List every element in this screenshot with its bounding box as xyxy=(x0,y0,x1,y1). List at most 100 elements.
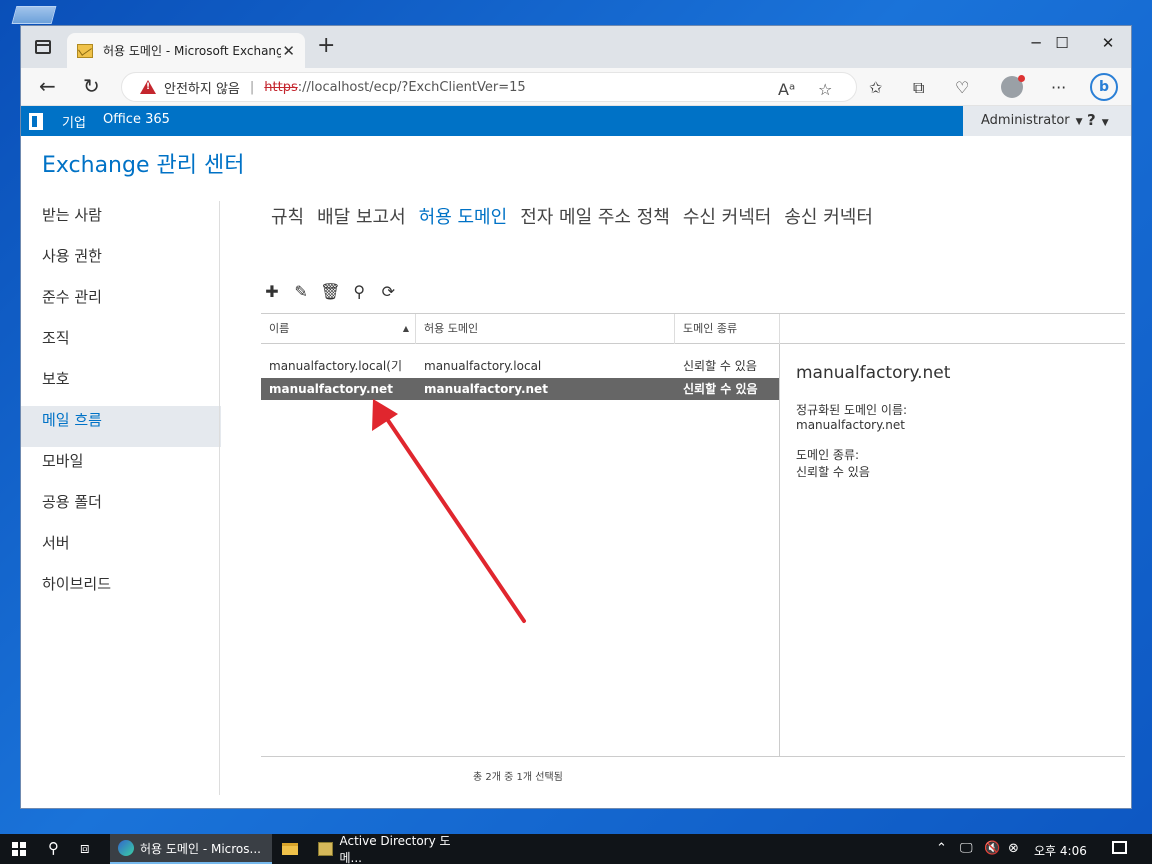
status-error-icon[interactable]: ⊗ xyxy=(1008,841,1019,856)
sort-ascending-icon: ▲ xyxy=(402,324,409,333)
back-arrow-icon[interactable]: ← xyxy=(39,76,56,96)
url-rest: ://localhost/ecp/?ExchClientVer=15 xyxy=(297,79,526,95)
bing-icon[interactable]: b xyxy=(1090,73,1118,101)
nav-office365[interactable]: Office 365 xyxy=(103,112,170,127)
nav-divider xyxy=(219,201,220,795)
column-header-type[interactable]: 도메인 종류 xyxy=(675,314,780,344)
cell-type: 신뢰할 수 있음 xyxy=(683,359,757,373)
url-input[interactable]: 안전하지 않음 | https://localhost/ecp/?ExchCli… xyxy=(121,72,857,102)
refresh-icon[interactable]: ⟳ xyxy=(378,282,398,301)
table-row[interactable]: manualfactory.local(기본값) manualfactory.lo… xyxy=(261,355,780,377)
left-nav: 받는 사람 사용 권한 준수 관리 조직 보호 메일 흐름 모바일 공용 폴더 서버 하이브리드 xyxy=(21,201,221,611)
subtab[interactable]: 배달 보고서 xyxy=(317,203,406,229)
tab-title: 허용 도메인 - Microsoft Exchange xyxy=(103,44,281,58)
notification-icon[interactable] xyxy=(1112,841,1127,854)
cell-type: 신뢰할 수 있음 xyxy=(683,382,758,396)
leftnav-item[interactable]: 조직 xyxy=(21,324,221,365)
tab-close-icon[interactable]: ✕ xyxy=(282,42,295,60)
leftnav-item[interactable]: 보호 xyxy=(21,365,221,406)
subtab[interactable]: 수신 커넥터 xyxy=(683,203,772,229)
column-header-name[interactable]: 이름 ▲ xyxy=(261,314,416,344)
grid-header: 이름 ▲ 허용 도메인 도메인 종류 xyxy=(261,313,1125,344)
chevron-up-icon[interactable]: ⌃ xyxy=(936,841,947,856)
clock[interactable]: 오후 4:06 xyxy=(1034,842,1087,859)
subtab[interactable]: 허용 도메인 xyxy=(419,203,508,229)
favorite-star-icon[interactable]: ☆ xyxy=(818,80,832,99)
cell-domain: manualfactory.local xyxy=(424,359,542,373)
selection-status: 총 2개 중 1개 선택됨 xyxy=(473,772,563,783)
more-menu-icon[interactable]: ··· xyxy=(1051,78,1066,97)
o365-nav-bar: 기업 Office 365 Administrator ▼ ? ▼ xyxy=(21,106,1131,136)
taskbar: ⚲ ⧈ 허용 도메인 - Micros... Active Directory … xyxy=(0,834,1152,864)
delete-trash-icon[interactable]: 🗑 xyxy=(320,282,340,301)
task-active-directory[interactable]: Active Directory 도메... xyxy=(310,834,468,864)
help-menu[interactable]: ? ▼ xyxy=(1087,111,1109,129)
search-icon[interactable]: ⚲ xyxy=(349,282,369,301)
detail-title: manualfactory.net xyxy=(796,363,951,383)
leftnav-item[interactable]: 메일 흐름 xyxy=(21,406,221,447)
detail-label-fqdn: 정규화된 도메인 이름: xyxy=(796,403,908,417)
leftnav-item[interactable]: 모바일 xyxy=(21,447,221,488)
detail-label-type: 도메인 종류: xyxy=(796,448,860,462)
desktop-icon[interactable] xyxy=(11,6,57,24)
cell-name: manualfactory.net xyxy=(269,382,393,396)
page-title: Exchange 관리 센터 xyxy=(42,153,245,178)
detail-value-type: 신뢰할 수 있음 xyxy=(796,465,870,479)
address-bar: ← ↻ 안전하지 않음 | https://localhost/ecp/?Exc… xyxy=(21,68,1131,106)
task-view-icon[interactable]: ⧈ xyxy=(80,839,90,857)
leftnav-item[interactable]: 사용 권한 xyxy=(21,242,221,283)
tab-active[interactable]: 허용 도메인 - Microsoft Exchange ✕ xyxy=(67,33,305,68)
search-icon[interactable]: ⚲ xyxy=(48,839,59,857)
subtab[interactable]: 규칙 xyxy=(271,203,304,229)
read-aloud-icon[interactable]: Aᵃ xyxy=(778,80,795,99)
detail-pane: manualfactory.net 정규화된 도메인 이름: manualfac… xyxy=(796,363,1116,494)
chevron-down-icon: ▼ xyxy=(1075,117,1083,127)
new-tab-button[interactable]: + xyxy=(317,35,335,57)
task-file-explorer[interactable] xyxy=(274,834,308,864)
active-directory-icon xyxy=(318,842,334,856)
detail-divider xyxy=(779,344,780,757)
add-icon[interactable]: ✚ xyxy=(262,282,282,301)
column-header-domain[interactable]: 허용 도메인 xyxy=(416,314,675,344)
cell-domain: manualfactory.net xyxy=(424,382,548,396)
leftnav-item[interactable]: 공용 폴더 xyxy=(21,488,221,529)
admin-area: Administrator ▼ ? ▼ xyxy=(963,106,1131,136)
collections-icon[interactable]: ⧉ xyxy=(913,78,924,98)
volume-muted-icon[interactable]: 🔇 xyxy=(984,841,1000,856)
subtab[interactable]: 송신 커넥터 xyxy=(784,203,873,229)
network-icon[interactable]: 🖵 xyxy=(960,841,973,856)
sub-tabs: 규칙 배달 보고서 허용 도메인 전자 메일 주소 정책 수신 커넥터 송신 커넥터 xyxy=(271,203,886,229)
table-row[interactable]: manualfactory.net manualfactory.net 신뢰할 수 … xyxy=(261,378,780,400)
nav-enterprise[interactable]: 기업 xyxy=(62,112,86,131)
grid-bottom-border xyxy=(261,756,1125,757)
favorites-icon[interactable]: ✩ xyxy=(869,78,882,97)
windows-start-icon[interactable] xyxy=(12,842,26,856)
close-button[interactable]: ✕ xyxy=(1093,34,1123,52)
leftnav-item[interactable]: 준수 관리 xyxy=(21,283,221,324)
detail-value-fqdn: manualfactory.net xyxy=(796,418,905,432)
folder-icon xyxy=(282,843,298,855)
tab-actions-icon[interactable] xyxy=(35,40,51,54)
cell-name: manualfactory.local(기본값) xyxy=(269,359,401,373)
tab-bar: 허용 도메인 - Microsoft Exchange ✕ + ─ ☐ ✕ xyxy=(21,26,1131,68)
url-separator: | xyxy=(249,79,255,95)
leftnav-item[interactable]: 하이브리드 xyxy=(21,570,221,611)
health-icon[interactable]: ♡ xyxy=(955,78,969,97)
leftnav-item[interactable]: 서버 xyxy=(21,529,221,570)
warning-icon xyxy=(140,80,156,94)
admin-menu[interactable]: Administrator ▼ xyxy=(981,113,1083,128)
chevron-down-icon: ▼ xyxy=(1101,118,1109,128)
toolbar: ✚ ✎ 🗑 ⚲ ⟳ xyxy=(262,282,402,301)
exchange-favicon-icon xyxy=(77,43,93,58)
browser-window: 허용 도메인 - Microsoft Exchange ✕ + ─ ☐ ✕ ← … xyxy=(20,25,1132,809)
office-logo-icon[interactable] xyxy=(29,113,43,130)
domain-grid: 이름▲ 허용 도메인 도메인 종류 manualfactory.local(기본… xyxy=(261,313,1125,783)
edit-pencil-icon[interactable]: ✎ xyxy=(291,282,311,301)
task-edge[interactable]: 허용 도메인 - Micros... xyxy=(110,834,272,864)
refresh-icon[interactable]: ↻ xyxy=(83,76,100,96)
security-warning-label[interactable]: 안전하지 않음 xyxy=(164,78,240,97)
profile-avatar[interactable] xyxy=(1001,75,1025,98)
subtab[interactable]: 전자 메일 주소 정책 xyxy=(520,203,670,229)
leftnav-item[interactable]: 받는 사람 xyxy=(21,201,221,242)
maximize-button[interactable]: ☐ xyxy=(1047,34,1077,52)
